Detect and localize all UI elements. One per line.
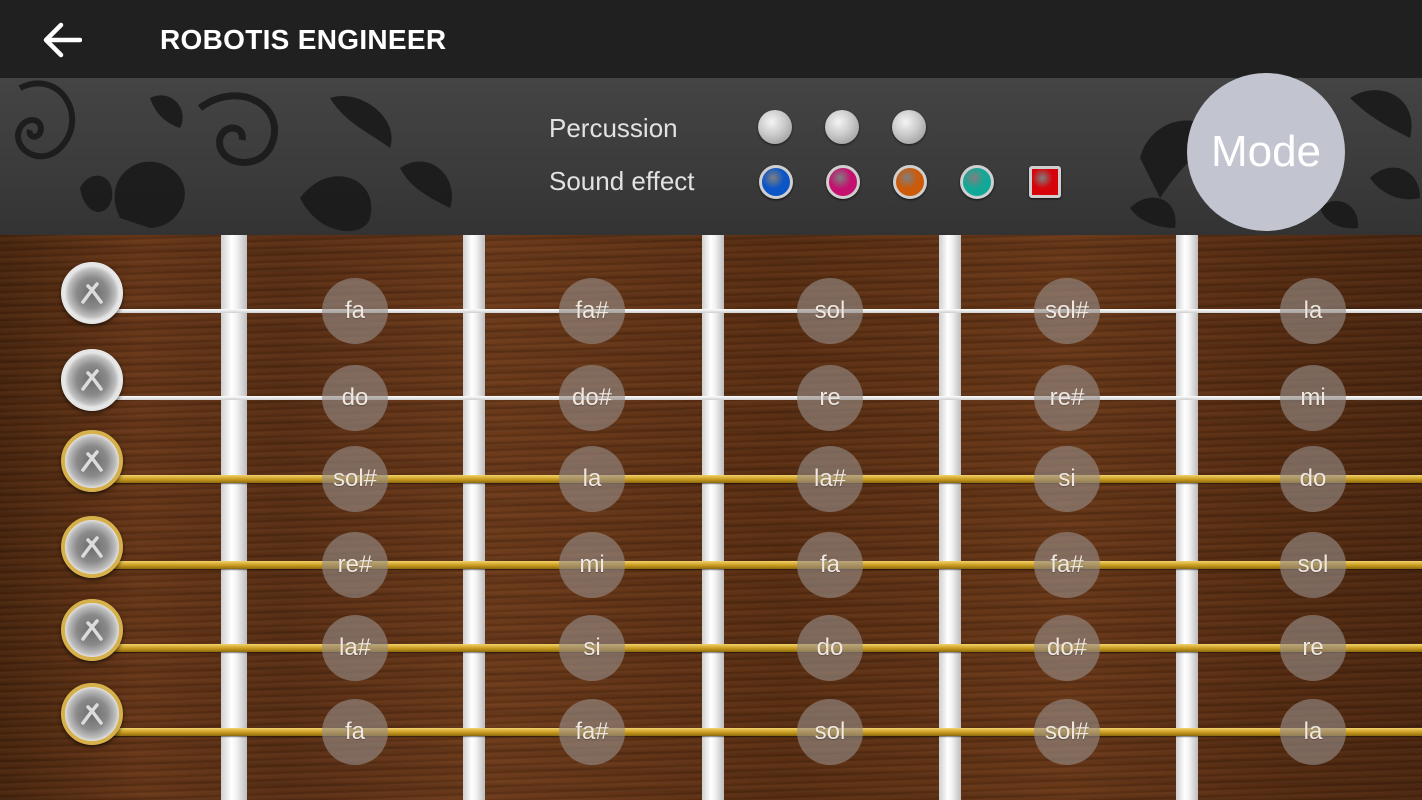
note-button[interactable]: la	[1280, 699, 1346, 765]
string-3[interactable]	[95, 475, 1422, 483]
peg-knob-icon	[81, 282, 103, 304]
peg-knob-icon	[81, 450, 103, 472]
note-button[interactable]: sol	[797, 699, 863, 765]
back-button[interactable]	[38, 19, 86, 61]
note-button[interactable]: re	[1280, 615, 1346, 681]
note-button[interactable]: la#	[322, 615, 388, 681]
note-button[interactable]: la#	[797, 446, 863, 512]
string-6[interactable]	[95, 728, 1422, 736]
peg-knob-icon	[81, 619, 103, 641]
note-button[interactable]: do	[797, 615, 863, 681]
note-button[interactable]: sol#	[322, 446, 388, 512]
tuning-peg-3[interactable]	[61, 430, 123, 492]
percussion-label: Percussion	[549, 113, 678, 143]
fret-nut	[221, 235, 247, 800]
floral-ornament-left	[15, 80, 452, 232]
sound-effect-teal[interactable]	[960, 165, 994, 199]
note-button[interactable]: la	[559, 446, 625, 512]
note-button[interactable]: sol	[1280, 532, 1346, 598]
note-button[interactable]: re#	[322, 532, 388, 598]
string-5[interactable]	[95, 644, 1422, 652]
note-button[interactable]: sol	[797, 278, 863, 344]
note-button[interactable]: do#	[559, 365, 625, 431]
note-button[interactable]: fa#	[559, 278, 625, 344]
sound-effect-orange[interactable]	[893, 165, 927, 199]
note-button[interactable]: fa#	[1034, 532, 1100, 598]
sound-effect-label: Sound effect	[549, 166, 695, 196]
sound-effect-magenta[interactable]	[826, 165, 860, 199]
note-button[interactable]: do	[322, 365, 388, 431]
peg-knob-icon	[81, 536, 103, 558]
fret-3	[939, 235, 961, 800]
percussion-button-3[interactable]	[892, 110, 926, 144]
percussion-button-1[interactable]	[758, 110, 792, 144]
string-1[interactable]	[95, 309, 1422, 313]
note-button[interactable]: re#	[1034, 365, 1100, 431]
peg-knob-icon	[81, 703, 103, 725]
tuning-peg-1[interactable]	[61, 262, 123, 324]
app-title: ROBOTIS ENGINEER	[160, 24, 447, 55]
note-button[interactable]: sol#	[1034, 278, 1100, 344]
tuning-peg-2[interactable]	[61, 349, 123, 411]
sound-effect-blue[interactable]	[759, 165, 793, 199]
fret-2	[702, 235, 724, 800]
note-button[interactable]: mi	[559, 532, 625, 598]
note-button[interactable]: re	[797, 365, 863, 431]
note-button[interactable]: mi	[1280, 365, 1346, 431]
note-button[interactable]: fa	[322, 699, 388, 765]
arrow-left-icon	[43, 22, 82, 58]
note-button[interactable]: si	[559, 615, 625, 681]
note-button[interactable]: do#	[1034, 615, 1100, 681]
note-button[interactable]: fa	[322, 278, 388, 344]
percussion-button-2[interactable]	[825, 110, 859, 144]
note-button[interactable]: sol#	[1034, 699, 1100, 765]
fret-1	[463, 235, 485, 800]
mode-button[interactable]: Mode	[1187, 73, 1345, 231]
note-button[interactable]: la	[1280, 278, 1346, 344]
fret-4	[1176, 235, 1198, 800]
tuning-peg-6[interactable]	[61, 683, 123, 745]
note-button[interactable]: fa	[797, 532, 863, 598]
tuning-peg-4[interactable]	[61, 516, 123, 578]
note-button[interactable]: fa#	[559, 699, 625, 765]
peg-knob-icon	[81, 369, 103, 391]
string-4[interactable]	[95, 561, 1422, 569]
note-button[interactable]: do	[1280, 446, 1346, 512]
note-button[interactable]: si	[1034, 446, 1100, 512]
tuning-peg-5[interactable]	[61, 599, 123, 661]
fretboard: fa fa# sol sol# la do do# re re# mi sol# la la# si do r…	[0, 235, 1422, 800]
sound-effect-red[interactable]	[1029, 166, 1061, 198]
string-2[interactable]	[95, 396, 1422, 400]
app-bar: ROBOTIS ENGINEER	[0, 0, 1422, 78]
